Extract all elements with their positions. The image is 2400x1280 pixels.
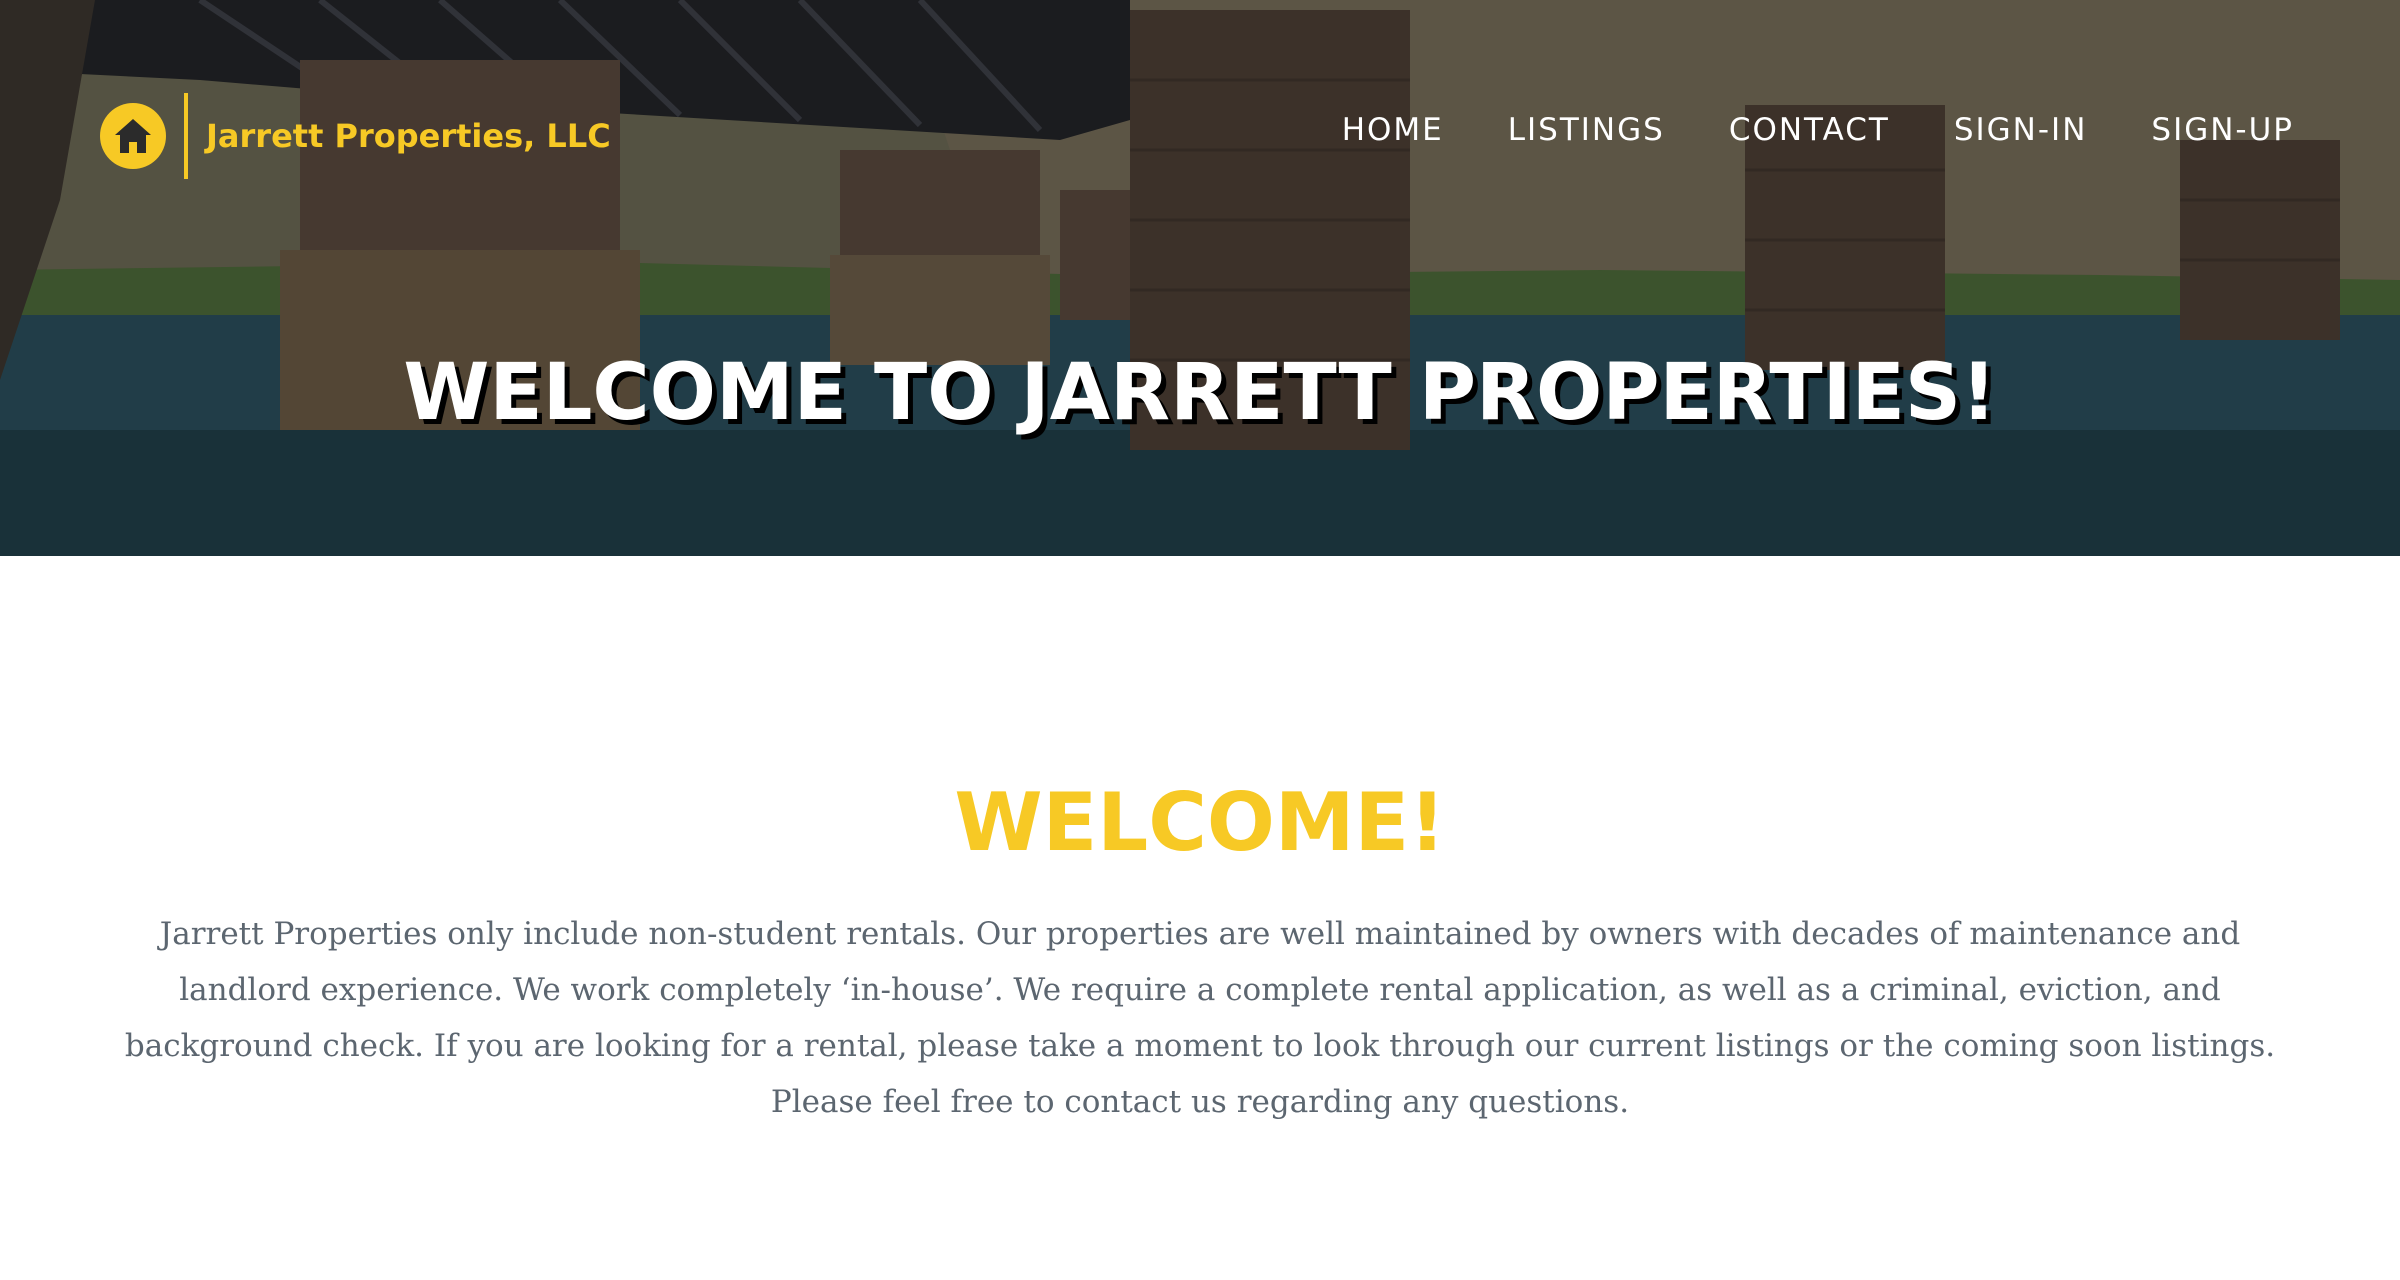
house-icon <box>100 103 166 169</box>
welcome-heading: WELCOME! <box>954 776 1446 869</box>
nav-listings-link[interactable]: LISTINGS <box>1508 112 1665 148</box>
main-navigation: HOME LISTINGS CONTACT SIGN-IN SIGN-UP <box>1342 112 2294 148</box>
hero-overlay <box>0 0 2400 556</box>
welcome-text: Jarrett Properties only include non-stud… <box>124 916 2276 1120</box>
nav-sign-up-link[interactable]: SIGN-UP <box>2151 112 2294 148</box>
nav-contact-link[interactable]: CONTACT <box>1729 112 1890 148</box>
hero-banner: Jarrett Properties, LLC HOME LISTINGS CO… <box>0 0 2400 556</box>
logo-divider <box>184 93 188 179</box>
nav-home-link[interactable]: HOME <box>1342 112 1444 148</box>
nav-sign-in-link[interactable]: SIGN-IN <box>1954 112 2088 148</box>
brand-logo[interactable]: Jarrett Properties, LLC <box>100 92 611 180</box>
hero-title: WELCOME TO JARRETT PROPERTIES! <box>403 348 1997 438</box>
brand-name: Jarrett Properties, LLC <box>206 117 611 155</box>
